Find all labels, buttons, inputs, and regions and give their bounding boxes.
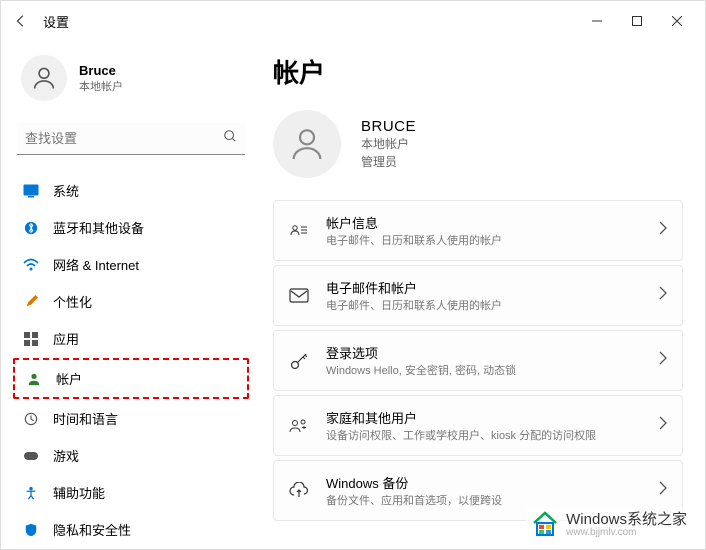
nav-label: 游戏	[53, 446, 79, 465]
card-sub: 电子邮件、日历和联系人使用的帐户	[326, 232, 642, 248]
nav-label: 帐户	[56, 369, 82, 388]
back-button[interactable]	[9, 9, 33, 33]
chevron-right-icon	[658, 221, 668, 240]
nav-accessibility[interactable]: 辅助功能	[13, 475, 249, 510]
card-sub: 设备访问权限、工作或学校用户、kiosk 分配的访问权限	[326, 427, 642, 443]
card-title: 电子邮件和帐户	[326, 278, 642, 297]
people-icon	[288, 415, 310, 437]
card-email[interactable]: 电子邮件和帐户 电子邮件、日历和联系人使用的帐户	[273, 265, 683, 326]
user-type: 本地帐户	[79, 78, 123, 94]
nav-apps[interactable]: 应用	[13, 321, 249, 356]
card-title: 帐户信息	[326, 213, 642, 232]
brush-icon	[23, 294, 39, 310]
chevron-right-icon	[658, 351, 668, 370]
nav-label: 时间和语言	[53, 409, 118, 428]
nav-bluetooth[interactable]: 蓝牙和其他设备	[13, 210, 249, 245]
card-signin[interactable]: 登录选项 Windows Hello, 安全密钥, 密码, 动态锁	[273, 330, 683, 391]
wifi-icon	[23, 257, 39, 273]
nav-label: 系统	[53, 181, 79, 200]
search-box[interactable]	[17, 123, 245, 155]
watermark: Windows系统之家 www.bjjmlv.com	[526, 507, 691, 543]
mail-icon	[288, 285, 310, 307]
monitor-icon	[23, 183, 39, 199]
account-header: BRUCE 本地帐户 管理员	[273, 110, 683, 178]
highlight-annotation: 帐户	[13, 358, 249, 399]
nav-label: 应用	[53, 329, 79, 348]
nav-label: 隐私和安全性	[53, 520, 131, 539]
search-input[interactable]	[25, 131, 223, 146]
nav-label: 蓝牙和其他设备	[53, 218, 144, 237]
user-name: Bruce	[79, 63, 123, 78]
bluetooth-icon	[23, 220, 39, 236]
search-icon	[223, 129, 237, 148]
card-title: 登录选项	[326, 343, 642, 362]
nav-gaming[interactable]: 游戏	[13, 438, 249, 473]
maximize-button[interactable]	[617, 6, 657, 36]
house-icon	[530, 509, 560, 541]
card-sub: Windows Hello, 安全密钥, 密码, 动态锁	[326, 362, 642, 378]
user-profile[interactable]: Bruce 本地帐户	[13, 41, 249, 119]
key-icon	[288, 350, 310, 372]
accessibility-icon	[23, 485, 39, 501]
close-button[interactable]	[657, 6, 697, 36]
id-card-icon	[288, 220, 310, 242]
window-title: 设置	[43, 12, 69, 31]
chevron-right-icon	[658, 286, 668, 305]
card-family[interactable]: 家庭和其他用户 设备访问权限、工作或学校用户、kiosk 分配的访问权限	[273, 395, 683, 456]
card-sub: 备份文件、应用和首选项，以便跨设	[326, 492, 642, 508]
person-icon	[26, 371, 42, 387]
nav-personalization[interactable]: 个性化	[13, 284, 249, 319]
nav-network[interactable]: 网络 & Internet	[13, 247, 249, 282]
nav-label: 个性化	[53, 292, 92, 311]
nav-label: 网络 & Internet	[53, 255, 139, 274]
card-sub: 电子邮件、日历和联系人使用的帐户	[326, 297, 642, 313]
card-account-info[interactable]: 帐户信息 电子邮件、日历和联系人使用的帐户	[273, 200, 683, 261]
gamepad-icon	[23, 448, 39, 464]
nav-accounts[interactable]: 帐户	[16, 361, 246, 396]
watermark-url: www.bjjmlv.com	[566, 527, 687, 538]
nav-label: 辅助功能	[53, 483, 105, 502]
user-avatar-icon	[21, 55, 67, 101]
nav-time[interactable]: 时间和语言	[13, 401, 249, 436]
card-title: Windows 备份	[326, 473, 642, 492]
cloud-sync-icon	[288, 480, 310, 502]
clock-icon	[23, 411, 39, 427]
chevron-right-icon	[658, 416, 668, 435]
account-name: BRUCE	[361, 118, 416, 135]
chevron-right-icon	[658, 481, 668, 500]
apps-icon	[23, 331, 39, 347]
card-title: 家庭和其他用户	[326, 408, 642, 427]
account-role: 管理员	[361, 153, 416, 171]
nav-privacy[interactable]: 隐私和安全性	[13, 512, 249, 547]
minimize-button[interactable]	[577, 6, 617, 36]
shield-icon	[23, 522, 39, 538]
account-avatar-icon	[273, 110, 341, 178]
account-type: 本地帐户	[361, 135, 416, 153]
nav-system[interactable]: 系统	[13, 173, 249, 208]
page-title: 帐户	[273, 53, 683, 90]
